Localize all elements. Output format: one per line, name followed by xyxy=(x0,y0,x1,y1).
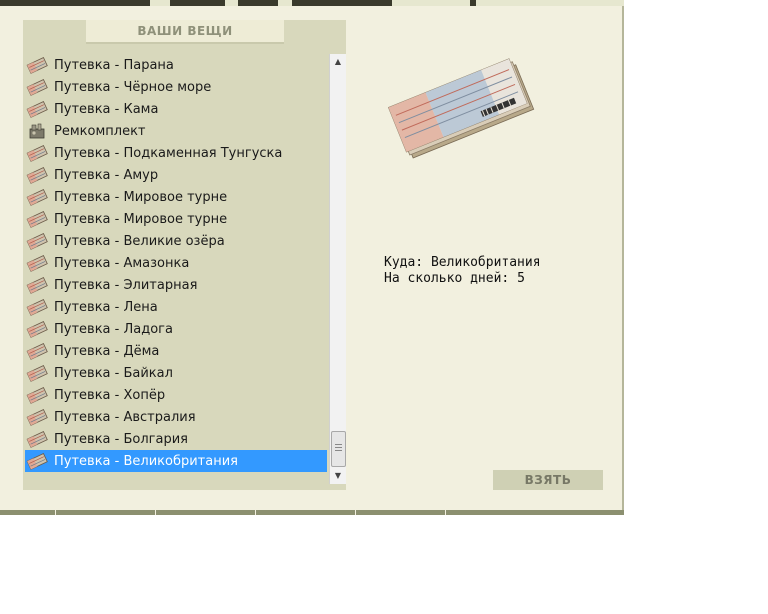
ticket-icon xyxy=(26,430,48,448)
destination-line: Куда: Великобритания xyxy=(384,255,541,271)
list-item[interactable]: Путевка - Подкаменная Тунгуска xyxy=(25,142,327,164)
take-button[interactable]: ВЗЯТЬ xyxy=(493,470,603,490)
list-item-label: Путевка - Мировое турне xyxy=(54,211,228,227)
list-item-label: Путевка - Лена xyxy=(54,299,158,315)
list-item-label: Путевка - Болгария xyxy=(54,431,188,447)
list-item-label: Путевка - Амазонка xyxy=(54,255,190,271)
list-item[interactable]: Ремкомплект xyxy=(25,120,327,142)
list-scrollbar[interactable]: ▲ ▼ xyxy=(329,54,346,484)
list-item-label: Путевка - Хопёр xyxy=(54,387,166,403)
list-item-label: Путевка - Ладога xyxy=(54,321,173,337)
list-item-label: Ремкомплект xyxy=(54,123,146,139)
list-item[interactable]: Путевка - Элитарная xyxy=(25,274,327,296)
ticket-icon xyxy=(26,56,48,74)
days-label: На сколько дней: xyxy=(384,271,510,286)
list-item-label: Путевка - Амур xyxy=(54,167,159,183)
list-item[interactable]: Путевка - Лена xyxy=(25,296,327,318)
ticket-icon xyxy=(26,320,48,338)
list-item-label: Путевка - Элитарная xyxy=(54,277,198,293)
list-item[interactable]: Путевка - Дёма xyxy=(25,340,327,362)
list-item[interactable]: Путевка - Великобритания xyxy=(25,450,327,472)
ticket-icon xyxy=(26,342,48,360)
list-item-label: Путевка - Байкал xyxy=(54,365,173,381)
item-details: Куда: Великобритания На сколько дней: 5 xyxy=(384,255,541,287)
scroll-up-arrow-icon[interactable]: ▲ xyxy=(330,54,346,70)
ticket-icon xyxy=(26,298,48,316)
list-item-label: Путевка - Парана xyxy=(54,57,174,73)
list-item[interactable]: Путевка - Великие озёра xyxy=(25,230,327,252)
ticket-icon xyxy=(26,276,48,294)
list-item-label: Путевка - Мировое турне xyxy=(54,189,228,205)
list-item[interactable]: Путевка - Мировое турне xyxy=(25,208,327,230)
list-item-label: Путевка - Кама xyxy=(54,101,159,117)
list-item[interactable]: Путевка - Хопёр xyxy=(25,384,327,406)
list-item-label: Путевка - Чёрное море xyxy=(54,79,212,95)
days-line: На сколько дней: 5 xyxy=(384,271,541,287)
bottom-window-strip xyxy=(0,510,624,515)
list-item[interactable]: Путевка - Австралия xyxy=(25,406,327,428)
repair-kit-icon xyxy=(26,122,48,140)
ticket-icon xyxy=(26,100,48,118)
ticket-icon xyxy=(26,386,48,404)
ticket-icon xyxy=(26,78,48,96)
ticket-icon xyxy=(26,144,48,162)
list-item[interactable]: Путевка - Чёрное море xyxy=(25,76,327,98)
list-item[interactable]: Путевка - Амур xyxy=(25,164,327,186)
ticket-icon xyxy=(26,452,48,470)
item-preview-image xyxy=(380,48,545,163)
panel-title: ВАШИ ВЕЩИ xyxy=(86,20,284,44)
list-item-label: Путевка - Великобритания xyxy=(54,453,238,469)
days-value: 5 xyxy=(517,271,525,286)
list-item[interactable]: Путевка - Ладога xyxy=(25,318,327,340)
list-item-label: Путевка - Великие озёра xyxy=(54,233,225,249)
ticket-icon xyxy=(26,232,48,250)
scroll-thumb[interactable] xyxy=(331,431,346,467)
destination-value: Великобритания xyxy=(430,255,541,270)
ticket-icon xyxy=(26,166,48,184)
list-item[interactable]: Путевка - Парана xyxy=(25,54,327,76)
items-list: Путевка - Парана Путевка - Чёрное море Пут… xyxy=(25,54,327,472)
ticket-icon xyxy=(26,408,48,426)
ticket-icon xyxy=(26,210,48,228)
list-item-label: Путевка - Австралия xyxy=(54,409,196,425)
ticket-icon xyxy=(26,188,48,206)
list-item[interactable]: Путевка - Болгария xyxy=(25,428,327,450)
destination-label: Куда: xyxy=(384,255,424,270)
list-item[interactable]: Путевка - Мировое турне xyxy=(25,186,327,208)
scroll-down-arrow-icon[interactable]: ▼ xyxy=(330,468,346,484)
ticket-icon xyxy=(26,364,48,382)
list-item-label: Путевка - Подкаменная Тунгуска xyxy=(54,145,283,161)
list-item[interactable]: Путевка - Байкал xyxy=(25,362,327,384)
list-item-label: Путевка - Дёма xyxy=(54,343,160,359)
list-item[interactable]: Путевка - Амазонка xyxy=(25,252,327,274)
list-item[interactable]: Путевка - Кама xyxy=(25,98,327,120)
ticket-icon xyxy=(26,254,48,272)
